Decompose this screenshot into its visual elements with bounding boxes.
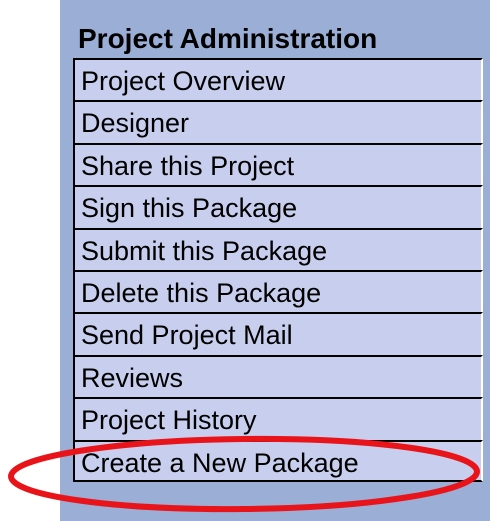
menu-item-label: Send Project Mail: [81, 320, 293, 351]
menu-item-label: Sign this Package: [81, 193, 298, 224]
menu-item-label: Project History: [81, 405, 257, 436]
menu-item-send-project-mail[interactable]: Send Project Mail: [73, 312, 483, 355]
menu-item-designer[interactable]: Designer: [73, 100, 483, 143]
menu-item-label: Share this Project: [81, 150, 295, 181]
menu-item-project-overview[interactable]: Project Overview: [73, 58, 483, 101]
menu-item-share-this-project[interactable]: Share this Project: [73, 142, 483, 186]
menu-item-reviews[interactable]: Reviews: [73, 354, 483, 398]
panel-title: Project Administration: [78, 23, 378, 54]
menu-item-delete-this-package[interactable]: Delete this Package: [73, 269, 483, 313]
menu-item-label: Designer: [81, 108, 190, 139]
menu-item-label: Submit this Package: [81, 235, 328, 266]
menu-item-label: Project Overview: [81, 66, 286, 96]
project-administration-panel: Project Administration Project Overview …: [60, 0, 490, 521]
menu-item-create-a-new-package[interactable]: Create a New Package: [73, 439, 483, 482]
menu-item-label: Delete this Package: [81, 277, 322, 308]
menu-item-submit-this-package[interactable]: Submit this Package: [73, 227, 483, 270]
menu-item-label: Create a New Package: [81, 447, 359, 478]
project-admin-menu: Project Overview Designer Share this Pro…: [73, 58, 483, 482]
menu-item-label: Reviews: [81, 362, 184, 393]
menu-item-project-history[interactable]: Project History: [73, 397, 483, 440]
menu-item-sign-this-package[interactable]: Sign this Package: [73, 185, 483, 228]
